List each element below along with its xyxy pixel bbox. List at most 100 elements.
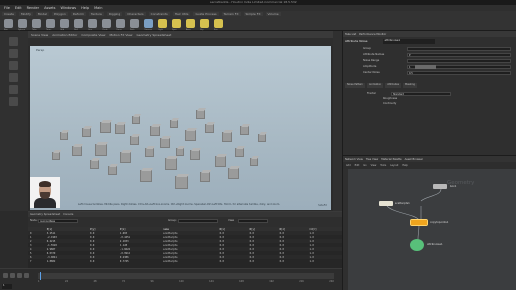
cube-instance[interactable] [95,144,107,156]
table-row[interactable]: 7 1.8802 0.0 0.7745 scatterpts 0.0 0.0 0.0 1.0 [28,259,342,263]
tab-composite-view[interactable]: Composite View [81,33,105,37]
cube-instance[interactable] [100,122,111,133]
shelf-tool-button[interactable] [116,19,125,28]
cube-instance[interactable] [140,170,152,182]
shelf-tool-button[interactable] [46,19,55,28]
shelf-tab[interactable]: Volume [265,12,281,16]
shelf-tab[interactable]: Polygon [51,12,68,16]
cube-instance[interactable] [228,168,239,179]
menu-help[interactable]: Help [81,6,89,10]
cube-instance[interactable] [190,150,200,160]
frame-field[interactable]: 1 [2,284,12,289]
tab-geometry-spreadsheet[interactable]: Geometry Spreadsheet [30,213,60,216]
roughness-checkbox[interactable]: Roughness [383,97,397,100]
shelf-tab[interactable]: Hair Utils [172,12,191,16]
cube-instance[interactable] [175,176,188,189]
cube-instance[interactable] [205,124,214,133]
shelf-tool-button[interactable] [200,19,209,28]
timeline-track[interactable] [38,273,334,279]
view-field[interactable] [238,219,268,223]
shelf-tool-button[interactable] [18,19,27,28]
rotate-tool-icon[interactable] [9,61,18,70]
menu-edit[interactable]: Edit [15,6,22,10]
cube-instance[interactable] [200,172,210,182]
cube-instance[interactable] [132,116,140,124]
cube-instance[interactable] [176,148,184,156]
shelf-tool-button[interactable] [4,19,13,28]
play-button[interactable] [17,273,22,278]
cube-instance[interactable] [90,160,99,169]
menu-file[interactable]: File [4,6,10,10]
shelf-tool-button[interactable] [130,19,139,28]
parameter-field[interactable] [407,46,511,51]
continuity-checkbox[interactable]: Continuity [383,102,396,105]
parameter-field[interactable]: 0.5 [407,70,511,75]
shelf-tab[interactable]: Simple FX [243,12,263,16]
cube-instance[interactable] [170,120,178,128]
shelf-tool-button[interactable] [102,19,111,28]
tab-performance-monitor[interactable]: Performance Monitor [359,33,386,36]
cube-instance[interactable] [215,156,226,167]
subtab-masking[interactable]: Masking [403,83,417,88]
move-tool-icon[interactable] [9,49,18,58]
shelf-tool-button[interactable] [74,19,83,28]
cube-instance[interactable] [258,134,266,142]
cube-instance[interactable] [150,126,160,136]
shelf-tab[interactable]: Create [2,12,16,16]
cube-instance[interactable] [52,152,60,160]
tab-geometry-spreadsheet-top[interactable]: Geometry Spreadsheet [136,33,171,37]
cube-instance[interactable] [235,148,244,157]
shelf-tool-button[interactable] [186,19,195,28]
subtab-attributes[interactable]: Attributes [385,83,402,88]
scale-tool-icon[interactable] [9,73,18,82]
fractal-menu[interactable]: Standard [391,91,451,96]
group-field[interactable] [178,219,218,223]
shelf-tab[interactable]: Model [35,12,49,16]
shelf-tab[interactable]: Characters [125,12,146,16]
copytopoints-node[interactable] [410,219,428,226]
attribnoise-node[interactable] [410,239,424,251]
tab-scene-view[interactable]: Scene View [31,33,48,37]
box-node[interactable] [433,184,447,189]
tab-animation-editor[interactable]: Animation Editor [52,33,77,37]
view-tool-icon[interactable] [9,97,18,106]
step-forward-button[interactable] [24,273,29,278]
menu-assets[interactable]: Assets [44,6,55,10]
desktop-selector[interactable]: Main [94,6,102,10]
cube-instance[interactable] [130,136,139,145]
cube-instance[interactable] [145,148,154,157]
node-name-field[interactable]: attribnoise1 [383,38,435,44]
cube-instance[interactable] [250,158,258,166]
shelf-tab[interactable]: Modify [18,12,33,16]
shelf-tool-button[interactable] [214,19,223,28]
select-tool-icon[interactable] [9,37,18,46]
play-reverse-button[interactable] [3,273,8,278]
shelf-tool-button[interactable] [60,19,69,28]
shelf-tab[interactable]: Rigging [106,12,123,16]
cube-instance[interactable] [72,146,82,156]
cube-instance[interactable] [240,126,249,135]
shelf-tab[interactable]: Constraints [148,12,170,16]
amplitude-slider-fill[interactable] [415,64,437,69]
menu-render[interactable]: Render [27,6,39,10]
shelf-tool-button[interactable] [88,19,97,28]
cube-instance[interactable] [185,130,196,141]
shelf-tool-button[interactable] [172,19,181,28]
cube-instance[interactable] [108,166,117,175]
shelf-tab[interactable]: Terrain FX [221,12,241,16]
subtab-noise-pattern[interactable]: Noise Pattern [345,83,365,88]
tab-take-list[interactable]: Take List [345,33,356,36]
shelf-tool-button[interactable] [158,19,167,28]
scatter-node[interactable] [379,201,393,206]
current-frame-marker[interactable] [40,272,41,280]
stop-button[interactable] [10,273,15,278]
scene-viewport[interactable]: Persp Left mouse tumbles. Middle pans. R… [30,46,331,210]
cube-instance[interactable] [82,128,91,137]
cube-instance[interactable] [196,110,205,119]
tab-motion-fx-view[interactable]: Motion FX View [109,33,132,37]
cube-instance[interactable] [120,152,131,163]
tab-console[interactable]: Console [63,213,73,216]
cube-instance[interactable] [115,124,125,134]
shelf-tab[interactable]: Texture [88,12,104,16]
cube-instance[interactable] [165,158,177,170]
